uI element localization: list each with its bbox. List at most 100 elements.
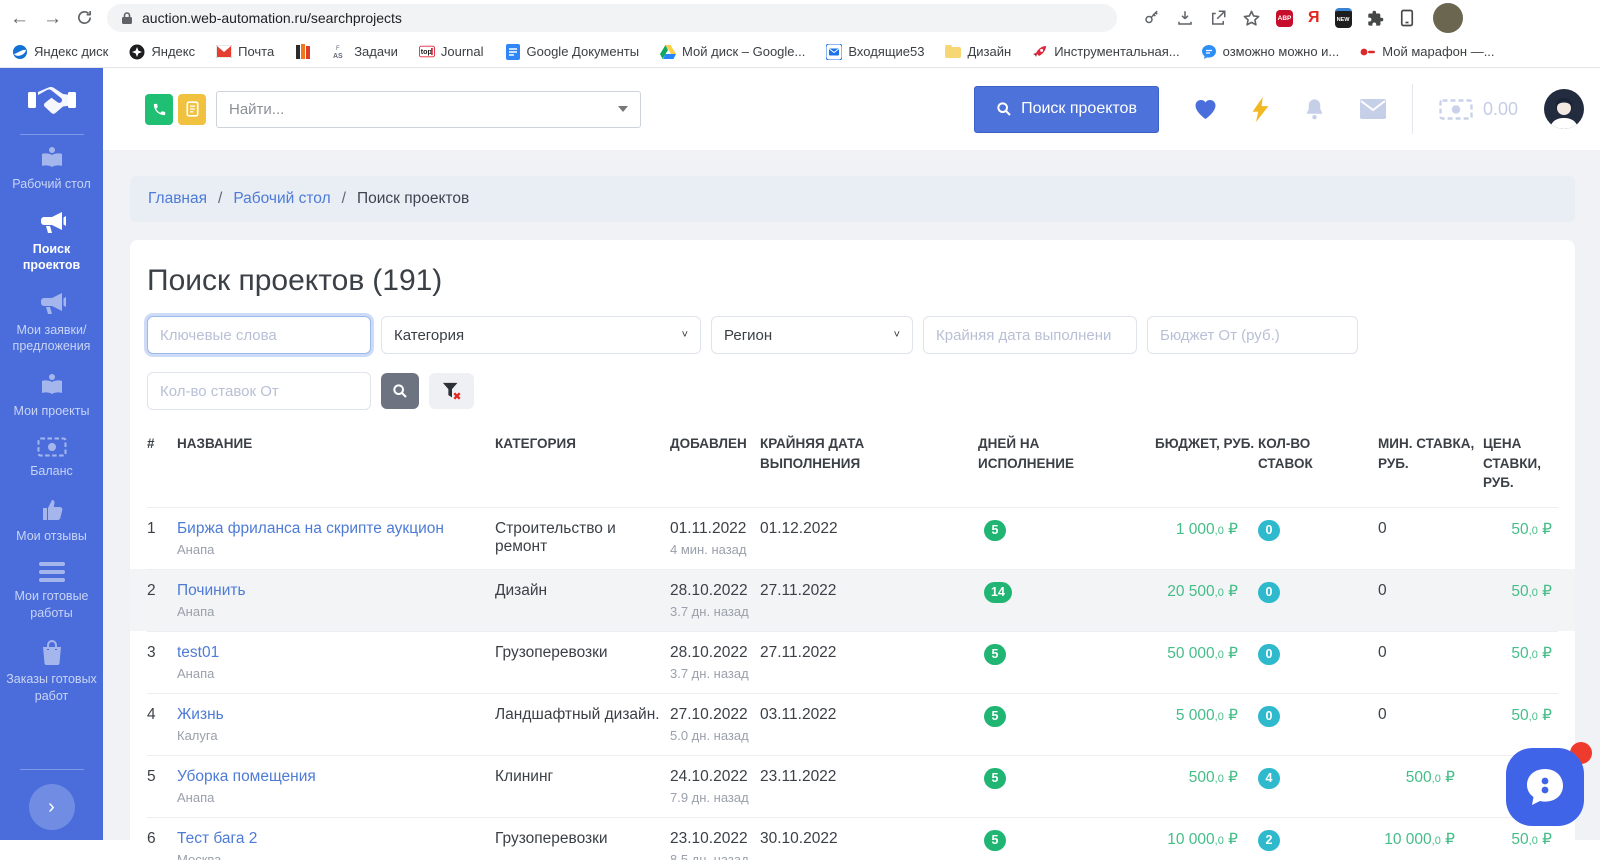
bookmark-item[interactable]: Входящие53 <box>826 43 925 60</box>
apply-filters-button[interactable] <box>381 373 419 409</box>
bookmark-item[interactable]: Мой диск – Google... <box>660 44 805 60</box>
messages-envelope-icon[interactable] <box>1359 99 1386 119</box>
rocket-icon <box>1032 44 1048 60</box>
handshake-logo-icon[interactable] <box>26 80 78 120</box>
adblock-extension-icon[interactable]: ABP <box>1276 9 1293 27</box>
column-header: НАЗВАНИЕ <box>177 436 253 451</box>
project-link[interactable]: Биржа фриланса на скрипте аукцион <box>177 520 444 537</box>
bids-badge: 0 <box>1258 581 1280 603</box>
bid-price-cell: 50,0 ₽ <box>1483 582 1558 601</box>
sidebar-item-link[interactable]: Мои проекты <box>0 364 103 429</box>
project-link[interactable]: Тест бага 2 <box>177 830 257 847</box>
user-avatar[interactable] <box>1544 89 1584 129</box>
category-select[interactable]: Категория ˅ <box>381 316 701 354</box>
money-value: 50,0 ₽ <box>1511 830 1552 848</box>
key-icon[interactable] <box>1143 9 1161 27</box>
sidebar-expand-button[interactable]: › <box>28 784 75 830</box>
balance-widget[interactable]: 0.00 <box>1439 99 1518 120</box>
deadline-input[interactable] <box>923 316 1137 354</box>
sidebar-footer: › <box>0 755 103 830</box>
breadcrumb-link[interactable]: Главная <box>148 190 207 208</box>
search-projects-button[interactable]: Поиск проектов <box>974 85 1159 133</box>
keywords-input[interactable] <box>147 316 371 354</box>
project-link[interactable]: test01 <box>177 644 219 661</box>
page-title: Поиск проектов (191) <box>147 264 1558 298</box>
global-search-input[interactable]: Найти... <box>216 90 641 128</box>
bookmark-item[interactable]: Google Документы <box>505 43 639 60</box>
bids-badge: 0 <box>1258 643 1280 665</box>
bids-cell: 0 <box>1258 643 1378 665</box>
forward-icon[interactable]: → <box>43 9 62 28</box>
clear-filter-icon <box>441 381 463 401</box>
reload-icon[interactable] <box>76 9 93 26</box>
boost-lightning-icon[interactable] <box>1252 96 1269 122</box>
row-number: 4 <box>147 705 156 723</box>
extensions-puzzle-icon[interactable] <box>1367 10 1384 27</box>
bookmark-item[interactable]: Яндекс диск <box>12 44 108 60</box>
sidebar-nav: Рабочий стол Поиск проектов Мои заявки/пре… <box>0 137 103 713</box>
money-value: 50,0 ₽ <box>1511 582 1552 600</box>
sidebar-item-link[interactable]: Рабочий стол <box>0 137 103 202</box>
notifications-bell-icon[interactable] <box>1303 97 1326 121</box>
added-cell: 28.10.2022 3.7 дн. назад <box>670 644 760 681</box>
budget-from-input[interactable] <box>1147 316 1358 354</box>
chat-bubble-icon <box>1524 767 1566 807</box>
bookmark-item[interactable]: Инструментальная... <box>1032 44 1180 60</box>
days-cell: 5 <box>978 643 1155 665</box>
banknote-icon: 0 <box>37 437 67 457</box>
favorites-heart-icon[interactable] <box>1193 98 1218 120</box>
journal-icon: top <box>418 44 435 60</box>
yandex-extension-icon[interactable]: Я <box>1308 9 1320 27</box>
chat-button[interactable] <box>1506 748 1584 826</box>
column-header: МИН. СТАВКА, РУБ. <box>1378 436 1475 471</box>
download-icon[interactable] <box>1176 9 1194 27</box>
sidebar-item-active[interactable]: Поиск проектов <box>0 202 103 283</box>
category-cell: Грузоперевозки <box>495 829 608 847</box>
bookmark-item[interactable]: F AS Задачи <box>332 44 398 60</box>
bookmark-item[interactable]: Мой марафон —... <box>1360 44 1495 60</box>
table-row: 2 Починить Анапа Дизайн 28.10.2022 3.7 дн. на… <box>147 568 1558 631</box>
folder-icon <box>945 44 962 60</box>
browser-profile-avatar[interactable] <box>1432 3 1463 33</box>
bookmark-star-icon[interactable] <box>1242 9 1261 28</box>
sidebar-item-link[interactable]: Мои готовые работы <box>0 553 103 630</box>
page-title-text: Поиск проектов <box>147 264 365 297</box>
search-projects-button-label: Поиск проектов <box>1021 100 1137 117</box>
bookmark-item[interactable]: Почта <box>216 44 274 60</box>
bookmark-item[interactable]: Яндекс <box>129 44 195 60</box>
days-badge: 5 <box>984 829 1006 851</box>
project-link[interactable]: Починить <box>177 582 246 599</box>
clear-filters-button[interactable] <box>429 373 474 409</box>
url-bar[interactable]: auction.web-automation.ru/searchprojects <box>107 4 1117 32</box>
share-icon[interactable] <box>1209 9 1227 27</box>
bookmark-item[interactable]: озможно можно и... <box>1201 44 1339 60</box>
bids-cell: 0 <box>1258 705 1378 727</box>
sidebar-item-link[interactable]: Мои отзывы <box>0 489 103 554</box>
document-button[interactable] <box>178 93 206 125</box>
budget-cell: 50 000,0 ₽ <box>1155 644 1258 663</box>
bookmark-label: Входящие53 <box>848 44 925 59</box>
sidebar-item-link[interactable]: 0 Баланс <box>0 428 103 489</box>
browser-action-icons: ABP Я NEW <box>1143 8 1415 28</box>
megaphone-icon <box>38 292 66 316</box>
bids-from-input[interactable] <box>147 372 371 410</box>
category-cell: Грузоперевозки <box>495 643 608 661</box>
back-icon[interactable]: ← <box>10 9 29 28</box>
bookmark-item[interactable]: top Journal <box>418 44 484 60</box>
device-icon[interactable] <box>1399 9 1415 27</box>
new-tab-extension-icon[interactable]: NEW <box>1334 8 1352 28</box>
sidebar-item-link[interactable]: Мои заявки/предложения <box>0 283 103 364</box>
project-link[interactable]: Уборка помещения <box>177 768 316 785</box>
project-cell: Тест бага 2 Москва <box>177 830 495 860</box>
bookmark-item[interactable]: Дизайн <box>945 44 1011 60</box>
inbox-icon <box>826 43 843 60</box>
project-link[interactable]: Жизнь <box>177 706 224 723</box>
phone-button[interactable] <box>145 93 173 125</box>
region-select[interactable]: Регион ˅ <box>711 316 913 354</box>
bookmark-item[interactable] <box>295 43 311 60</box>
sidebar-item-link[interactable]: Заказы готовых работ <box>0 630 103 713</box>
chevron-down-icon: ˅ <box>893 329 900 341</box>
sidebar-divider <box>19 134 84 135</box>
breadcrumb-link[interactable]: Рабочий стол <box>233 190 330 208</box>
bag-icon <box>40 639 64 665</box>
